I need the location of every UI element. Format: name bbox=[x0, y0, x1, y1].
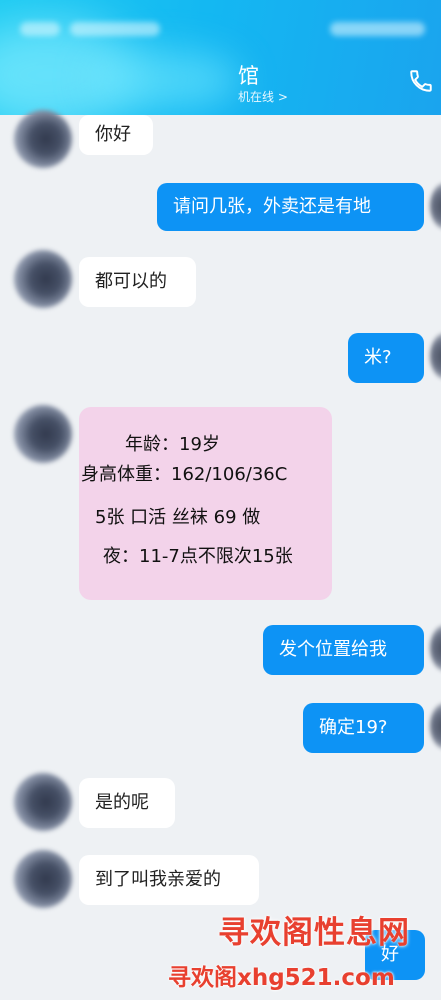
chat-header: 馆 机在线 > bbox=[0, 0, 441, 115]
message-bubble-sent[interactable]: 米? bbox=[348, 333, 424, 383]
avatar[interactable] bbox=[430, 183, 441, 229]
avatar[interactable] bbox=[14, 773, 72, 831]
card-line: 夜：11-7点不限次15张 bbox=[103, 546, 293, 567]
message-bubble-received[interactable]: 你好 bbox=[79, 115, 153, 155]
avatar[interactable] bbox=[430, 333, 441, 379]
avatar[interactable] bbox=[14, 250, 72, 308]
message-bubble-received[interactable]: 到了叫我亲爱的 bbox=[79, 855, 259, 905]
message-card-received[interactable]: 年龄：19岁 身高体重：162/106/36C 5张 口活 丝袜 69 做 夜：… bbox=[79, 407, 332, 600]
status-bar-blur bbox=[70, 22, 160, 36]
avatar[interactable] bbox=[14, 850, 72, 908]
card-line: 身高体重：162/106/36C bbox=[81, 464, 288, 485]
avatar[interactable] bbox=[430, 625, 441, 671]
message-list[interactable]: 你好 请问几张，外卖还是有地 都可以的 米? 年龄：19岁 身高体重：162/1… bbox=[0, 110, 441, 1000]
watermark-text: 寻欢阁性息网 bbox=[218, 915, 410, 951]
card-line: 5张 口活 丝袜 69 做 bbox=[95, 507, 261, 528]
avatar[interactable] bbox=[14, 110, 72, 168]
phone-icon[interactable] bbox=[408, 68, 434, 94]
status-bar-blur bbox=[330, 22, 425, 36]
watermark-url: 寻欢阁xhg521.com bbox=[168, 965, 395, 991]
message-bubble-received[interactable]: 是的呢 bbox=[79, 778, 175, 828]
chat-title[interactable]: 馆 bbox=[238, 60, 260, 90]
header-blur-decoration bbox=[90, 50, 240, 110]
card-line: 年龄：19岁 bbox=[125, 434, 220, 455]
message-bubble-sent[interactable]: 确定19? bbox=[303, 703, 424, 753]
message-bubble-received[interactable]: 都可以的 bbox=[79, 257, 196, 307]
avatar[interactable] bbox=[430, 703, 441, 749]
message-bubble-sent[interactable]: 请问几张，外卖还是有地 bbox=[157, 183, 424, 231]
online-status[interactable]: 机在线 > bbox=[238, 88, 288, 105]
message-bubble-sent[interactable]: 发个位置给我 bbox=[263, 625, 424, 675]
status-bar-blur bbox=[20, 22, 60, 36]
avatar[interactable] bbox=[14, 405, 72, 463]
